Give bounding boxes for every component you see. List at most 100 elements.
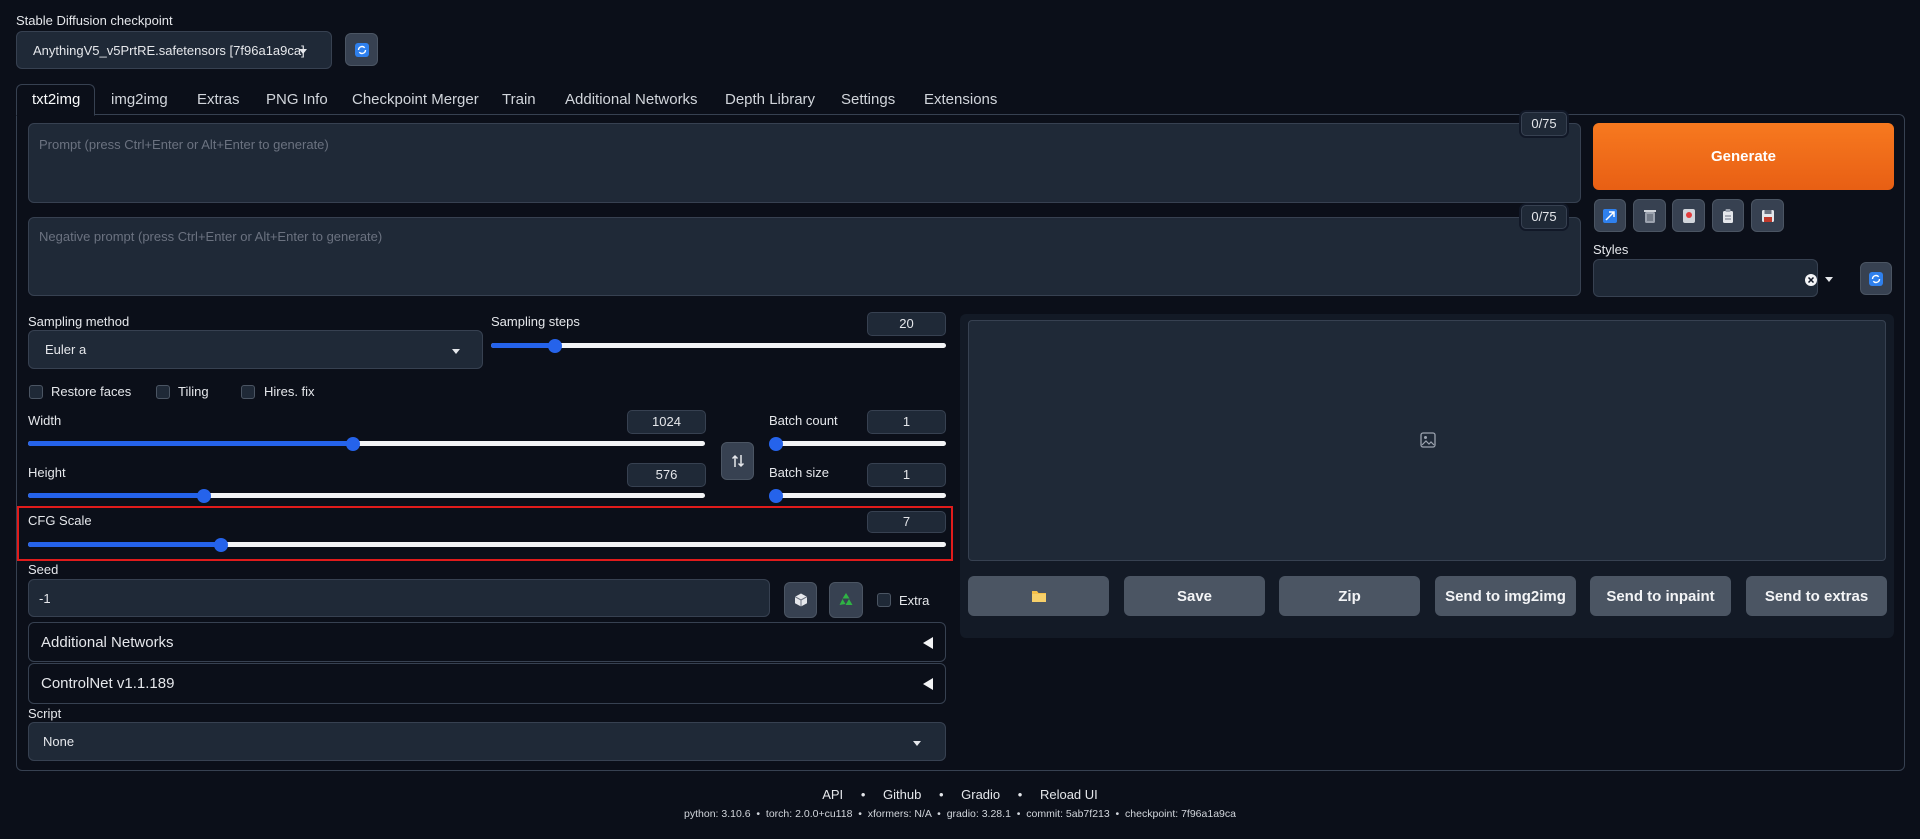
save-button[interactable]: Save (1124, 576, 1265, 616)
cfg-highlight-box (17, 506, 953, 561)
footer-separator: • (938, 787, 944, 802)
script-dropdown[interactable]: None (28, 722, 946, 761)
width-slider[interactable] (28, 436, 705, 451)
batch-size-slider[interactable] (769, 488, 946, 503)
slider-thumb[interactable] (547, 338, 562, 353)
sampling-steps-input[interactable]: 20 (867, 312, 946, 336)
footer-links: API • Github • Gradio • Reload UI (0, 787, 1920, 802)
prompt-textarea[interactable]: Prompt (press Ctrl+Enter or Alt+Enter to… (28, 123, 1581, 203)
tab-extras[interactable]: Extras (197, 91, 240, 108)
collapse-triangle-icon (923, 678, 933, 690)
dice-icon (794, 593, 807, 607)
batch-size-label: Batch size (769, 465, 829, 480)
extra-networks-button[interactable] (1672, 199, 1705, 232)
tab-train[interactable]: Train (502, 91, 536, 108)
cfg-scale-input[interactable]: 7 (867, 511, 946, 533)
slider-fill (28, 493, 205, 498)
height-input[interactable]: 576 (627, 463, 706, 487)
clipboard-icon (1723, 208, 1733, 223)
slider-thumb[interactable] (769, 436, 783, 451)
slider-thumb[interactable] (345, 436, 360, 451)
controlnet-accordion[interactable]: ControlNet v1.1.189 (28, 663, 946, 704)
sampling-method-dropdown[interactable]: Euler a (28, 330, 483, 369)
chevron-down-icon (452, 349, 460, 354)
seed-input[interactable]: -1 (28, 579, 770, 617)
tiling-label: Tiling (178, 384, 209, 399)
slider-thumb[interactable] (769, 488, 783, 503)
zip-button[interactable]: Zip (1279, 576, 1420, 616)
reuse-seed-button[interactable] (829, 582, 863, 618)
trash-icon (1643, 209, 1656, 223)
generate-button[interactable]: Generate (1593, 123, 1894, 190)
swap-dimensions-button[interactable] (721, 442, 754, 480)
refresh-checkpoint-button[interactable] (345, 33, 378, 66)
clear-icon (1805, 274, 1817, 286)
open-folder-button[interactable] (968, 576, 1109, 616)
hires-fix-checkbox[interactable] (241, 385, 255, 399)
tab-label-txt2img: txt2img (32, 91, 81, 108)
random-seed-button[interactable] (784, 582, 817, 618)
footer-link-reload-ui[interactable]: Reload UI (1040, 787, 1098, 802)
extra-seed-label: Extra (899, 593, 930, 608)
negative-prompt-textarea[interactable]: Negative prompt (press Ctrl+Enter or Alt… (28, 217, 1581, 296)
save-style-button[interactable] (1751, 199, 1784, 232)
batch-count-slider[interactable] (769, 436, 946, 451)
extra-seed-checkbox[interactable] (877, 593, 891, 607)
slider-fill (491, 343, 555, 348)
folder-icon (1031, 591, 1046, 602)
read-params-button[interactable] (1594, 199, 1626, 232)
width-input[interactable]: 1024 (627, 410, 706, 434)
slider-thumb[interactable] (213, 537, 228, 552)
send-to-inpaint-button[interactable]: Send to inpaint (1590, 576, 1731, 616)
footer-link-api[interactable]: API (822, 787, 843, 802)
footer-separator: • (1017, 787, 1023, 802)
chevron-down-icon (299, 49, 307, 54)
image-gallery[interactable] (968, 320, 1886, 561)
script-value: None (43, 734, 75, 749)
batch-count-input[interactable]: 1 (867, 410, 946, 434)
apply-styles-button[interactable] (1712, 199, 1744, 232)
swap-icon (731, 454, 744, 468)
refresh-icon (354, 42, 369, 57)
refresh-styles-button[interactable] (1860, 262, 1892, 295)
footer-link-gradio[interactable]: Gradio (961, 787, 1000, 802)
footer-separator: • (860, 787, 866, 802)
cfg-scale-slider[interactable] (28, 537, 946, 552)
send-to-extras-button[interactable]: Send to extras (1746, 576, 1887, 616)
tab-depth-library[interactable]: Depth Library (725, 91, 815, 108)
height-label: Height (28, 465, 66, 480)
slider-thumb[interactable] (197, 488, 212, 503)
checkpoint-value: AnythingV5_v5PrtRE.safetensors [7f96a1a9… (33, 42, 305, 58)
send-to-img2img-button[interactable]: Send to img2img (1435, 576, 1576, 616)
sampling-steps-slider[interactable] (491, 338, 946, 353)
tab-checkpoint-merger[interactable]: Checkpoint Merger (352, 91, 479, 108)
negative-prompt-placeholder: Negative prompt (press Ctrl+Enter or Alt… (39, 229, 383, 244)
styles-dropdown[interactable] (1593, 259, 1833, 297)
refresh-icon (1869, 271, 1883, 286)
arrow-icon (1603, 208, 1617, 223)
tab-img2img[interactable]: img2img (111, 91, 168, 108)
negative-token-counter: 0/75 (1521, 205, 1567, 229)
slider-fill (28, 441, 353, 446)
chevron-down-icon (1825, 277, 1833, 282)
floppy-icon (1761, 209, 1774, 222)
footer-versions: python: 3.10.6 • torch: 2.0.0+cu118 • xf… (684, 808, 1236, 820)
batch-size-input[interactable]: 1 (867, 463, 946, 487)
additional-networks-accordion[interactable]: Additional Networks (28, 622, 946, 662)
restore-faces-checkbox[interactable] (29, 385, 43, 399)
width-label: Width (28, 413, 62, 428)
tab-settings[interactable]: Settings (841, 91, 895, 108)
cfg-scale-label: CFG Scale (28, 513, 92, 528)
checkpoint-dropdown[interactable]: AnythingV5_v5PrtRE.safetensors [7f96a1a9… (16, 31, 332, 69)
hires-fix-label: Hires. fix (264, 384, 315, 399)
footer-link-github[interactable]: Github (883, 787, 921, 802)
tab-extensions[interactable]: Extensions (924, 91, 997, 108)
seed-label: Seed (28, 562, 59, 577)
tab-additional-networks[interactable]: Additional Networks (565, 91, 698, 108)
height-slider[interactable] (28, 488, 705, 503)
styles-label: Styles (1593, 242, 1629, 257)
clear-prompt-button[interactable] (1633, 199, 1666, 232)
script-label: Script (28, 706, 62, 721)
tab-png-info[interactable]: PNG Info (266, 91, 328, 108)
tiling-checkbox[interactable] (156, 385, 170, 399)
